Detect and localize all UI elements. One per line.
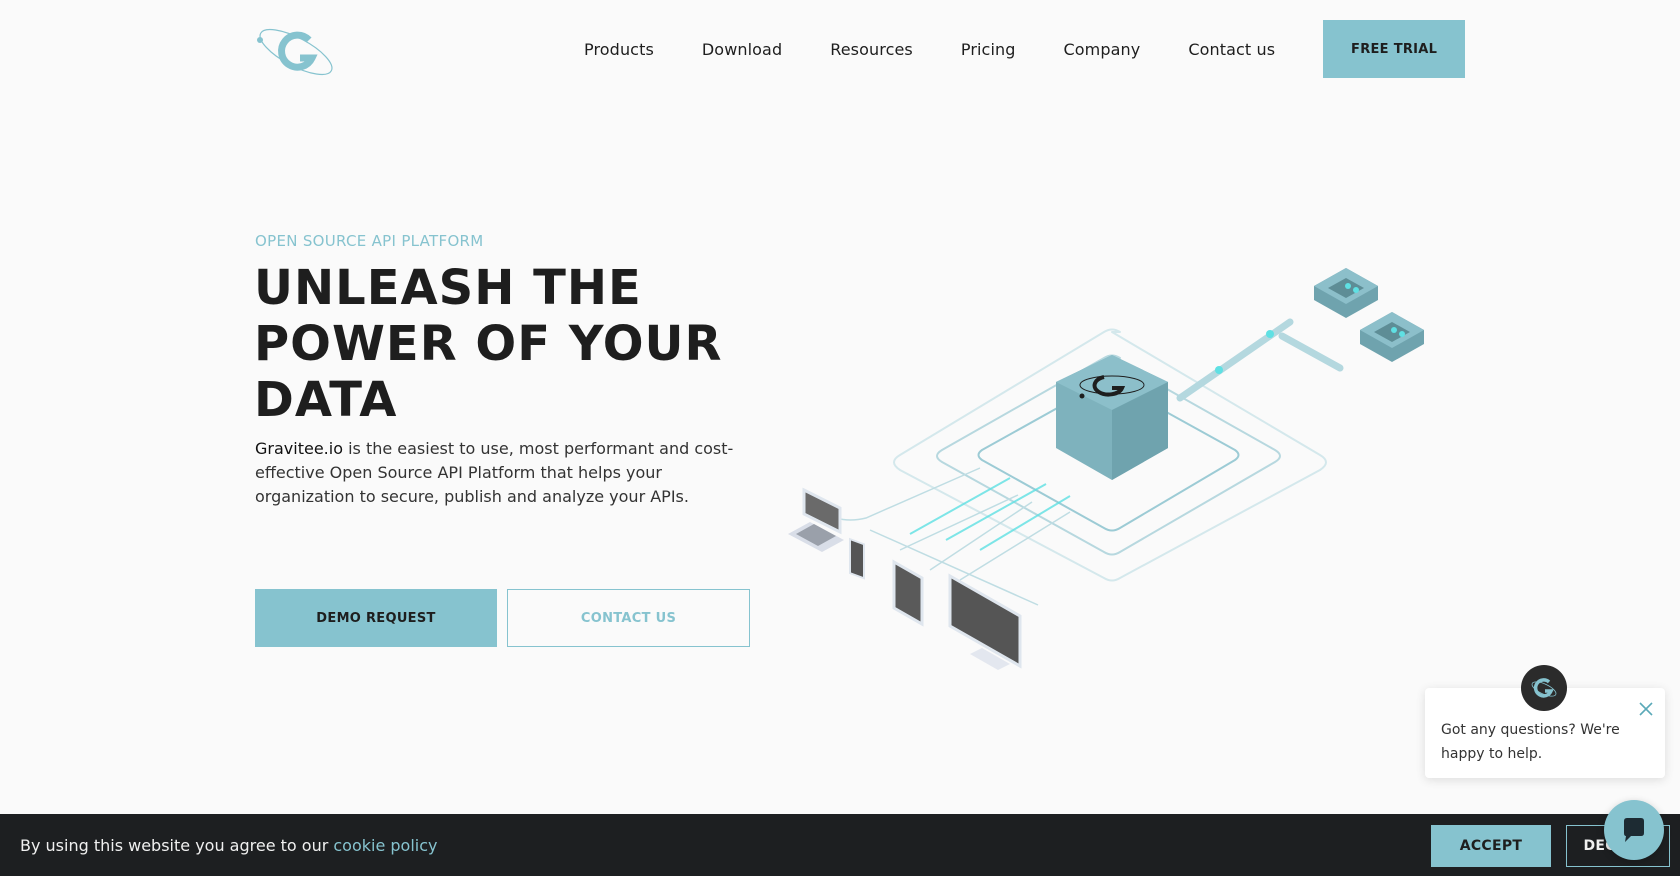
hero-description: Gravitee.io is the easiest to use, most … <box>255 437 755 509</box>
cookie-policy-link[interactable]: cookie policy <box>333 836 437 855</box>
nav-products[interactable]: Products <box>584 40 654 59</box>
demo-request-button[interactable]: DEMO REQUEST <box>255 589 497 647</box>
api-platform-isometric-illustration <box>770 250 1440 680</box>
close-icon[interactable] <box>1637 700 1655 718</box>
cookie-message: By using this website you agree to our <box>20 836 334 855</box>
cookie-text: By using this website you agree to our c… <box>20 836 438 855</box>
cookie-banner: By using this website you agree to our c… <box>0 814 1680 876</box>
hero-headline: UNLEASH THE POWER OF YOUR DATA <box>254 260 774 428</box>
nav-download[interactable]: Download <box>702 40 782 59</box>
chat-message: Got any questions? We're happy to help. <box>1441 722 1620 762</box>
chat-icon[interactable] <box>1604 800 1664 860</box>
nav-pricing[interactable]: Pricing <box>961 40 1016 59</box>
headline-line-3: DATA <box>254 372 398 428</box>
nav-company[interactable]: Company <box>1064 40 1141 59</box>
free-trial-button[interactable]: FREE TRIAL <box>1323 20 1466 78</box>
hero-eyebrow: OPEN SOURCE API PLATFORM <box>255 232 484 250</box>
page: Products Download Resources Pricing Comp… <box>0 0 1680 876</box>
gravitee-avatar-icon <box>1521 665 1567 711</box>
contact-us-button[interactable]: CONTACT US <box>507 589 750 647</box>
brand-name: Gravitee.io <box>255 439 343 458</box>
main-nav: Products Download Resources Pricing Comp… <box>584 20 1466 78</box>
gravitee-logo-icon[interactable] <box>254 22 338 78</box>
nav-resources[interactable]: Resources <box>830 40 913 59</box>
nav-contact-us[interactable]: Contact us <box>1188 40 1275 59</box>
accept-button[interactable]: ACCEPT <box>1431 825 1551 867</box>
headline-line-1: UNLEASH THE <box>254 260 642 316</box>
headline-line-2: POWER OF YOUR <box>254 316 723 372</box>
